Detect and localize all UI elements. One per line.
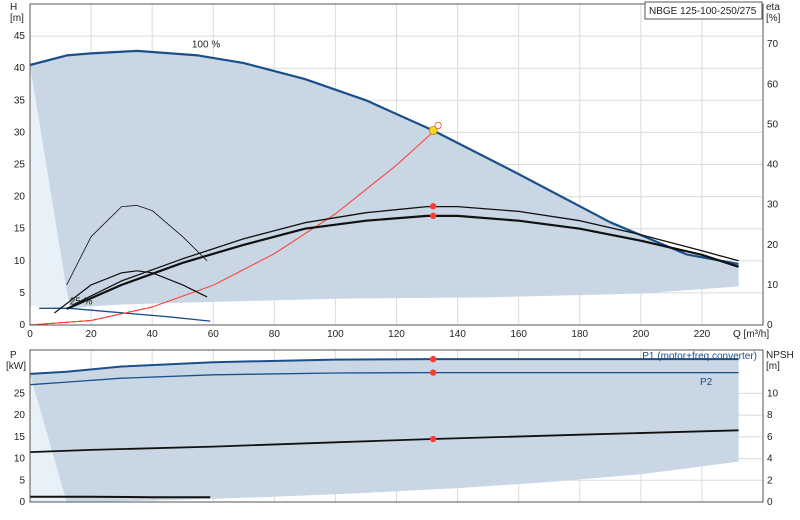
bottom-y2label-unit: [m] (766, 361, 780, 372)
bottom-ylabel-unit: [kW] (6, 361, 26, 372)
series-head-min (39, 307, 211, 322)
top-ylabel-unit: [m] (10, 13, 24, 24)
annotation-25-percent: 25 % (70, 296, 93, 307)
top-y-tick-label: 40 (14, 63, 26, 74)
top-ylabel-name: H (10, 2, 17, 13)
top-y-tick-label: 5 (19, 288, 25, 299)
power-duty-marker (429, 355, 437, 363)
pump-curve-chart: 0 20 40 60 80 100 120 140 160 180 200 220 051015202… (6, 1, 794, 508)
top-y2-tick-label: 40 (767, 160, 779, 171)
eta-duty-marker (429, 203, 437, 210)
top-y2-tick-label: 60 (767, 79, 779, 90)
legend-p1: P1 (motor+freq.converter) (642, 351, 757, 362)
bottom-y-tick-label: 0 (19, 497, 25, 508)
legend-p2: P2 (700, 377, 713, 388)
bottom-y2-tick-label: 2 (767, 475, 773, 486)
bottom-y-tick-label: 10 (14, 454, 26, 465)
bottom-y2-tick-label: 4 (767, 454, 773, 465)
top-x-tick-label: 120 (388, 329, 405, 340)
top-y2-tick-label: 10 (767, 280, 779, 291)
bottom-y-ticks: 0 5 10 15 20 25 (14, 388, 26, 508)
chart-title: NBGE 125-100-250/275 (649, 6, 757, 17)
top-y-tick-label: 45 (14, 31, 26, 42)
top-y-ticks: 0 5 10 15 20 25 30 35 40 45 (14, 31, 26, 331)
top-envelope (30, 50, 739, 309)
bottom-ylabel-name: P (10, 350, 17, 361)
top-xlabel: Q [m³/h] (733, 329, 769, 340)
top-x-tick-label: 20 (86, 329, 98, 340)
bottom-y2label-name: NPSH (766, 350, 794, 361)
top-x-tick-label: 140 (449, 329, 466, 340)
top-x-tick-label: 180 (571, 329, 588, 340)
power-duty-marker (429, 369, 437, 376)
top-y-tick-label: 20 (14, 192, 26, 203)
top-x-tick-label: 200 (632, 329, 649, 340)
bottom-y2-tick-label: 10 (767, 388, 779, 399)
bottom-y-tick-label: 5 (19, 475, 25, 486)
top-x-tick-label: 40 (147, 329, 159, 340)
top-y-tick-label: 15 (14, 224, 26, 235)
top-y2-ticks: 010203040506070 (767, 39, 779, 331)
top-panel: 0 20 40 60 80 100 120 140 160 180 200 220 0 5 10 15 20 2… (10, 1, 781, 340)
top-y-tick-label: 25 (14, 160, 26, 171)
top-x-tick-label: 100 (327, 329, 344, 340)
top-y2-tick-label: 20 (767, 240, 779, 251)
bottom-y2-tick-label: 8 (767, 410, 773, 421)
bottom-y2-tick-label: 6 (767, 432, 773, 443)
bottom-y-tick-label: 25 (14, 388, 26, 399)
top-x-ticks: 0 20 40 60 80 100 120 140 160 180 200 220 (27, 329, 710, 340)
bottom-y2-ticks: 0 2 4 6 8 10 (767, 388, 779, 508)
top-x-tick-label: 0 (27, 329, 33, 340)
bottom-y-tick-label: 15 (14, 432, 26, 443)
top-y2-tick-label: 70 (767, 39, 779, 50)
top-y2label-unit: [%] (766, 13, 781, 24)
duty-point-marker (428, 126, 438, 135)
bottom-y2-tick-label: 0 (767, 497, 773, 508)
top-y-tick-label: 10 (14, 256, 26, 267)
top-x-tick-label: 60 (208, 329, 220, 340)
top-y-tick-label: 30 (14, 127, 26, 138)
bottom-y-tick-label: 20 (14, 410, 26, 421)
top-x-tick-label: 80 (269, 329, 281, 340)
top-y-tick-label: 0 (19, 320, 25, 331)
top-envelope-area (30, 50, 739, 309)
top-x-tick-label: 220 (694, 329, 711, 340)
top-x-tick-label: 160 (510, 329, 527, 340)
npsh-duty-marker (429, 435, 437, 443)
top-y-tick-label: 35 (14, 95, 26, 106)
top-y2label-name: eta (766, 2, 780, 13)
annotation-100-percent: 100 % (192, 40, 220, 51)
top-y2-tick-label: 50 (767, 119, 779, 130)
top-y2-tick-label: 30 (767, 200, 779, 211)
eta-duty-marker (429, 212, 437, 220)
bottom-panel: 0 5 10 15 20 25 0 2 4 6 8 10 P [kW] NPSH [m] P1 (m… (6, 349, 794, 508)
